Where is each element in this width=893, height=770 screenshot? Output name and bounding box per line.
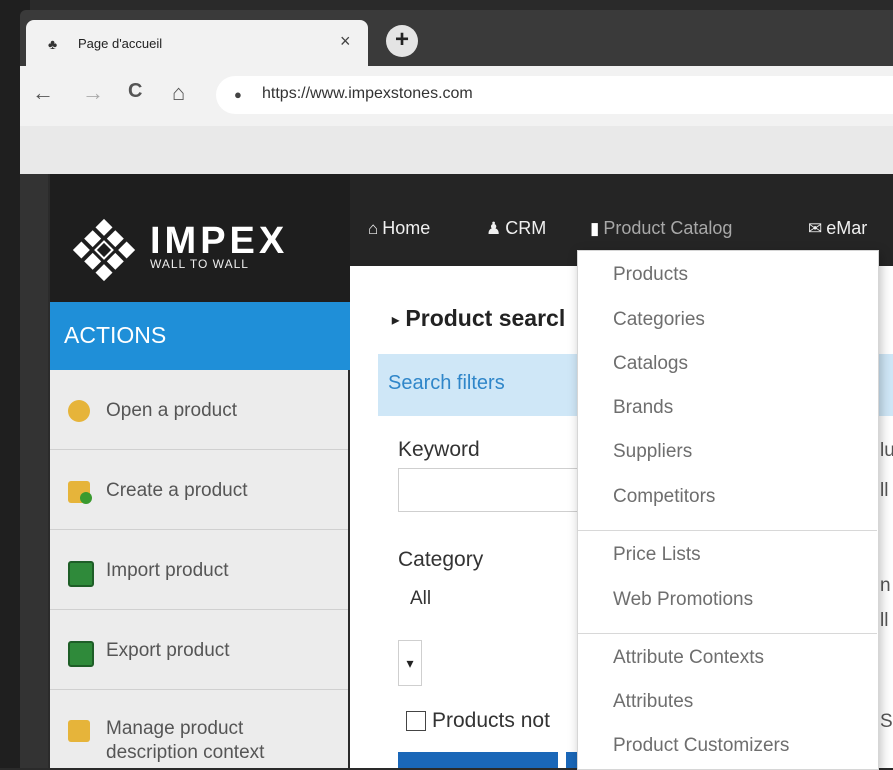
sidebar-item-label: Export product bbox=[106, 640, 230, 661]
box-open-icon bbox=[68, 400, 90, 422]
logo-tagline: WALL TO WALL bbox=[150, 257, 249, 271]
category-select[interactable]: All bbox=[410, 588, 431, 610]
nav-product-catalog-label: Product Catalog bbox=[603, 218, 733, 238]
menu-item-web-promotions[interactable]: Web Promotions bbox=[613, 589, 753, 611]
actions-header-label: ACTIONS bbox=[64, 322, 167, 348]
sidebar-item-label: Import product bbox=[106, 560, 229, 581]
sidebar-item-label: Create a product bbox=[106, 480, 248, 501]
impex-logo-icon bbox=[72, 218, 136, 282]
nav-home-label: Home bbox=[382, 218, 431, 238]
field-label-fragment: S bbox=[880, 711, 893, 732]
category-label: Category bbox=[398, 548, 484, 571]
menu-item-suppliers[interactable]: Suppliers bbox=[613, 441, 692, 463]
menu-item-catalogs[interactable]: Catalogs bbox=[613, 353, 688, 375]
people-icon: ♟ bbox=[486, 219, 502, 238]
menu-item-competitors[interactable]: Competitors bbox=[613, 486, 715, 508]
menu-divider bbox=[578, 530, 877, 531]
home-button[interactable]: ⌂ bbox=[172, 80, 185, 106]
site-favicon-icon: ♣ bbox=[48, 36, 58, 52]
menu-item-brands[interactable]: Brands bbox=[613, 397, 673, 419]
menu-item-products[interactable]: Products bbox=[613, 264, 688, 286]
sidebar-item-label: Manage product bbox=[106, 718, 244, 739]
back-button[interactable]: ← bbox=[32, 80, 54, 106]
tab-close-button[interactable]: × bbox=[340, 31, 351, 52]
tab-title: Page d'accueil bbox=[78, 36, 163, 51]
nav-emarketing-label: eMar bbox=[826, 218, 868, 238]
forward-button[interactable]: → bbox=[82, 80, 104, 106]
nav-product-catalog[interactable]: ▮ Product Catalog bbox=[590, 218, 732, 239]
field-label-fragment: lu bbox=[880, 440, 893, 461]
field-value-fragment: ll bbox=[880, 480, 889, 501]
menu-item-price-lists[interactable]: Price Lists bbox=[613, 544, 701, 566]
page-title[interactable]: ▸ Product searcl bbox=[392, 305, 565, 332]
home-icon: ⌂ bbox=[368, 219, 379, 238]
sidebar-item-label-line2: description context bbox=[106, 742, 265, 763]
sidebar-item-label: Open a product bbox=[106, 400, 237, 421]
phone-icon: ▮ bbox=[590, 219, 600, 238]
field-label-fragment: n bbox=[880, 575, 891, 596]
envelope-icon: ✉ bbox=[808, 219, 823, 238]
page-title-label: Product searcl bbox=[405, 305, 566, 331]
plus-badge-icon bbox=[80, 492, 92, 504]
menu-item-product-customizers[interactable]: Product Customizers bbox=[613, 735, 789, 757]
menu-item-categories[interactable]: Categories bbox=[613, 309, 705, 331]
box-settings-icon bbox=[68, 720, 90, 742]
products-not-checkbox[interactable] bbox=[406, 711, 426, 731]
reload-button[interactable]: C bbox=[128, 80, 142, 103]
search-filters-label: Search filters bbox=[388, 372, 505, 394]
excel-export-icon bbox=[68, 641, 94, 667]
dropdown-toggle[interactable]: ▾ bbox=[398, 640, 422, 686]
search-button[interactable] bbox=[398, 752, 558, 768]
bookmarks-strip bbox=[20, 126, 893, 174]
lock-icon: ● bbox=[234, 87, 242, 102]
menu-item-attribute-contexts[interactable]: Attribute Contexts bbox=[613, 647, 764, 669]
new-tab-button[interactable]: + bbox=[386, 25, 418, 57]
keyword-input[interactable] bbox=[398, 468, 598, 512]
field-value-fragment: ll bbox=[880, 610, 889, 631]
menu-divider bbox=[578, 633, 877, 634]
nav-home[interactable]: ⌂ Home bbox=[368, 218, 430, 239]
nav-crm[interactable]: ♟ CRM bbox=[486, 218, 546, 239]
products-not-label: Products not bbox=[432, 709, 550, 732]
page-left-gutter bbox=[20, 174, 48, 768]
nav-crm-label: CRM bbox=[505, 218, 547, 238]
collapse-caret-icon: ▸ bbox=[392, 311, 400, 328]
excel-import-icon bbox=[68, 561, 94, 587]
nav-emarketing[interactable]: ✉ eMar bbox=[808, 218, 867, 239]
keyword-label: Keyword bbox=[398, 438, 480, 461]
url-text[interactable]: https://www.impexstones.com bbox=[262, 85, 473, 103]
menu-item-attributes[interactable]: Attributes bbox=[613, 691, 693, 713]
